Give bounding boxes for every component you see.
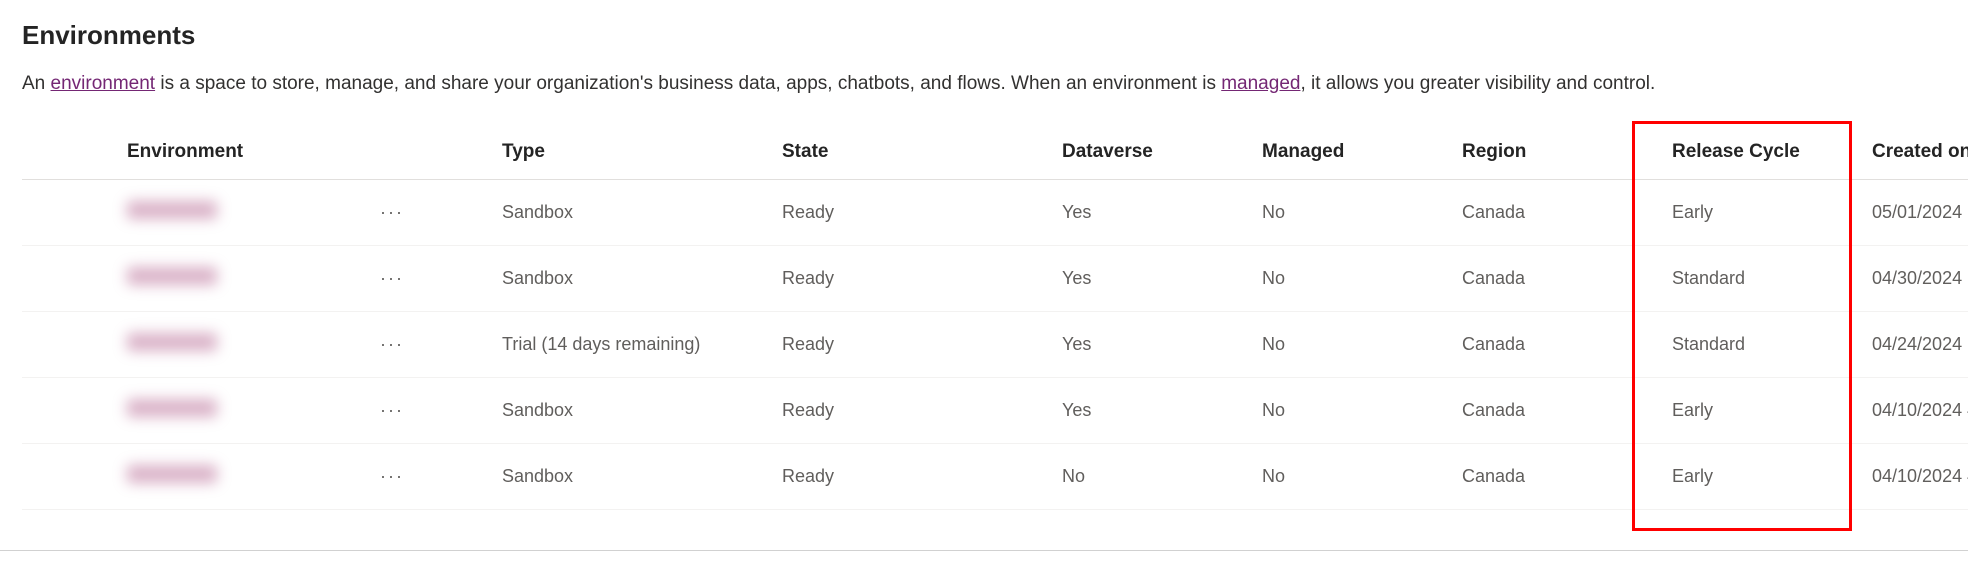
- page-title: Environments: [22, 20, 1946, 51]
- col-head-managed[interactable]: Managed: [1262, 125, 1462, 180]
- row-checkbox-cell[interactable]: [22, 180, 82, 246]
- row-actions-cell: ···: [372, 444, 502, 510]
- environment-name-redacted: [127, 465, 217, 483]
- col-head-type[interactable]: Type: [502, 125, 782, 180]
- row-state: Ready: [782, 378, 1062, 444]
- row-managed: No: [1262, 246, 1462, 312]
- row-state: Ready: [782, 444, 1062, 510]
- row-region: Canada: [1462, 378, 1672, 444]
- more-actions-icon[interactable]: ···: [372, 462, 412, 491]
- desc-text-mid: is a space to store, manage, and share y…: [155, 73, 1221, 94]
- col-head-created-on[interactable]: Created on ↓: [1872, 125, 1968, 180]
- row-checkbox-cell[interactable]: [22, 312, 82, 378]
- col-head-actions: [372, 125, 502, 180]
- col-head-release-cycle[interactable]: Release Cycle: [1672, 125, 1872, 180]
- table-row[interactable]: ··· SandboxReadyYesNoCanadaEarly04/10/202…: [22, 378, 1968, 444]
- row-managed: No: [1262, 378, 1462, 444]
- row-actions-cell: ···: [372, 246, 502, 312]
- environment-name-redacted: [127, 201, 217, 219]
- desc-text-pre: An: [22, 73, 51, 94]
- row-created-on: 04/10/2024 4:42 PM: [1872, 378, 1968, 444]
- managed-link[interactable]: managed: [1221, 73, 1300, 94]
- row-type: Trial (14 days remaining): [502, 312, 782, 378]
- table-row[interactable]: ···SandboxReadyNoNoCanadaEarly04/10/2024…: [22, 444, 1968, 510]
- more-actions-icon[interactable]: ···: [372, 198, 412, 227]
- created-on-label: Created on: [1872, 141, 1968, 162]
- col-head-environment[interactable]: Environment: [82, 125, 372, 180]
- row-managed: No: [1262, 180, 1462, 246]
- row-managed: No: [1262, 444, 1462, 510]
- row-created-on: 04/24/2024 2:05 PM: [1872, 312, 1968, 378]
- desc-text-post: , it allows you greater visibility and c…: [1300, 73, 1655, 94]
- col-head-dataverse[interactable]: Dataverse: [1062, 125, 1262, 180]
- row-created-on: 04/30/2024 1:26 PM: [1872, 246, 1968, 312]
- table-row[interactable]: ··· SandboxReadyYesNoCanadaEarly05/01/202…: [22, 180, 1968, 246]
- row-release-cycle: Early: [1672, 180, 1872, 246]
- row-actions-cell: ···: [372, 180, 502, 246]
- row-type: Sandbox: [502, 180, 782, 246]
- environments-table: Environment Type State Dataverse Managed…: [22, 125, 1968, 510]
- row-state: Ready: [782, 246, 1062, 312]
- environment-name-redacted: [127, 333, 217, 351]
- row-dataverse: Yes: [1062, 180, 1262, 246]
- row-type: Sandbox: [502, 246, 782, 312]
- row-environment-name[interactable]: [82, 378, 372, 444]
- table-row[interactable]: ··· SandboxReadyYesNoCanadaStandard04/30/…: [22, 246, 1968, 312]
- col-head-region[interactable]: Region: [1462, 125, 1672, 180]
- row-managed: No: [1262, 312, 1462, 378]
- table-header-row: Environment Type State Dataverse Managed…: [22, 125, 1968, 180]
- more-actions-icon[interactable]: ···: [372, 396, 412, 425]
- table-row[interactable]: ··· Trial (14 days remaining)ReadyYesNoCa…: [22, 312, 1968, 378]
- environments-table-wrapper: Environment Type State Dataverse Managed…: [22, 125, 1946, 510]
- row-release-cycle: Early: [1672, 378, 1872, 444]
- col-head-state[interactable]: State: [782, 125, 1062, 180]
- row-environment-name[interactable]: [82, 246, 372, 312]
- row-region: Canada: [1462, 312, 1672, 378]
- row-dataverse: Yes: [1062, 246, 1262, 312]
- row-type: Sandbox: [502, 444, 782, 510]
- environment-name-redacted: [127, 399, 217, 417]
- row-created-on: 04/10/2024 4:29 PM: [1872, 444, 1968, 510]
- environment-name-redacted: [127, 267, 217, 285]
- row-region: Canada: [1462, 180, 1672, 246]
- row-checkbox-cell[interactable]: [22, 246, 82, 312]
- environment-link[interactable]: environment: [51, 73, 156, 94]
- more-actions-icon[interactable]: ···: [372, 264, 412, 293]
- row-dataverse: Yes: [1062, 378, 1262, 444]
- row-state: Ready: [782, 312, 1062, 378]
- row-region: Canada: [1462, 246, 1672, 312]
- row-dataverse: Yes: [1062, 312, 1262, 378]
- row-dataverse: No: [1062, 444, 1262, 510]
- row-actions-cell: ···: [372, 378, 502, 444]
- row-environment-name[interactable]: [82, 444, 372, 510]
- row-checkbox-cell[interactable]: [22, 444, 82, 510]
- page-description: An environment is a space to store, mana…: [22, 73, 1946, 95]
- row-environment-name[interactable]: [82, 180, 372, 246]
- row-actions-cell: ···: [372, 312, 502, 378]
- row-created-on: 05/01/2024 2:20 PM: [1872, 180, 1968, 246]
- row-release-cycle: Standard: [1672, 246, 1872, 312]
- col-head-checkbox: [22, 125, 82, 180]
- row-environment-name[interactable]: [82, 312, 372, 378]
- more-actions-icon[interactable]: ···: [372, 330, 412, 359]
- row-release-cycle: Early: [1672, 444, 1872, 510]
- row-type: Sandbox: [502, 378, 782, 444]
- row-release-cycle: Standard: [1672, 312, 1872, 378]
- row-region: Canada: [1462, 444, 1672, 510]
- row-state: Ready: [782, 180, 1062, 246]
- row-checkbox-cell[interactable]: [22, 378, 82, 444]
